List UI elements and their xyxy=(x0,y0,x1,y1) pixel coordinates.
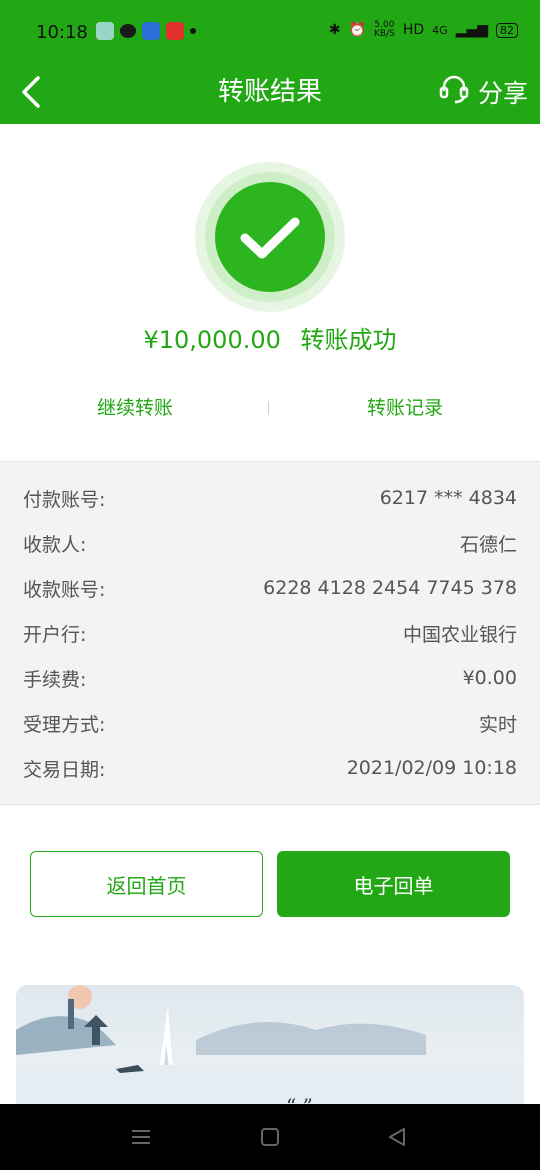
success-badge xyxy=(195,162,345,312)
app-notification-icon xyxy=(96,22,114,40)
detail-label: 交易日期: xyxy=(23,758,106,781)
bluetooth-icon: ✱ xyxy=(328,22,341,38)
divider xyxy=(268,401,269,415)
detail-label: 受理方式: xyxy=(23,713,106,736)
result-summary: ¥10,000.00 转账成功 xyxy=(0,320,540,355)
result-actions: 继续转账 转账记录 xyxy=(0,392,540,424)
detail-value: 6228 4128 2454 7745 378 xyxy=(263,577,517,599)
share-button[interactable]: 分享 xyxy=(478,74,528,110)
detail-label: 手续费: xyxy=(23,668,87,691)
detail-value: ¥0.00 xyxy=(462,667,517,689)
detail-label: 收款账号: xyxy=(23,578,106,601)
transfer-amount: ¥10,000.00 xyxy=(143,326,281,354)
detail-row-date: 交易日期: 2021/02/09 10:18 xyxy=(23,753,517,783)
success-badge-core xyxy=(215,182,325,292)
app-notification-icon xyxy=(166,22,184,40)
status-time: 10:18 xyxy=(36,22,88,43)
net-speed: 5.00 KB/S xyxy=(374,20,395,39)
detail-value: 石德仁 xyxy=(459,533,517,556)
detail-value: 中国农业银行 xyxy=(402,623,517,646)
share-group: 分享 xyxy=(438,72,528,112)
status-bar: 10:18 ✱ ⏰ 5.00 KB/S HD 4G ▂▄▆ 82 xyxy=(0,0,540,62)
more-dot-icon xyxy=(190,28,196,34)
detail-row-fee: 手续费: ¥0.00 xyxy=(23,663,517,693)
detail-row-bank: 开户行: 中国农业银行 xyxy=(23,618,517,648)
detail-label: 付款账号: xyxy=(23,488,106,511)
success-badge-ring xyxy=(205,172,335,302)
alarm-icon: ⏰ xyxy=(348,22,367,38)
signal-icon: ▂▄▆ xyxy=(455,22,488,38)
menu-icon[interactable] xyxy=(130,1126,152,1148)
detail-row-processing-mode: 受理方式: 实时 xyxy=(23,708,517,738)
system-navigation-bar xyxy=(0,1104,540,1170)
detail-value: 实时 xyxy=(478,713,517,736)
detail-row-payer-account: 付款账号: 6217 *** 4834 xyxy=(23,483,517,513)
return-home-button[interactable]: 返回首页 xyxy=(30,851,263,917)
wechat-icon xyxy=(120,24,136,38)
nav-bar: 转账结果 分享 xyxy=(0,62,540,124)
detail-value: 2021/02/09 10:18 xyxy=(346,757,517,779)
detail-value: 6217 *** 4834 xyxy=(379,487,517,509)
network-label: 4G xyxy=(432,23,448,37)
e-receipt-button[interactable]: 电子回单 xyxy=(277,851,510,917)
checkmark-icon xyxy=(240,217,300,259)
transfer-status: 转账成功 xyxy=(300,326,397,354)
continue-transfer-link[interactable]: 继续转账 xyxy=(35,392,235,424)
back-triangle-icon[interactable] xyxy=(386,1126,408,1148)
detail-row-payee-account: 收款账号: 6228 4128 2454 7745 378 xyxy=(23,573,517,603)
detail-label: 收款人: xyxy=(23,533,87,556)
transfer-details: 付款账号: 6217 *** 4834 收款人: 石德仁 收款账号: 6228 … xyxy=(0,461,540,805)
hd-label: HD xyxy=(402,22,425,38)
customer-service-button[interactable] xyxy=(438,73,470,111)
detail-row-payee: 收款人: 石德仁 xyxy=(23,528,517,558)
success-panel: ¥10,000.00 转账成功 继续转账 转账记录 xyxy=(0,124,540,461)
status-app-icons xyxy=(96,22,196,40)
status-indicators: ✱ ⏰ 5.00 KB/S HD 4G ▂▄▆ 82 xyxy=(329,21,518,39)
home-square-icon[interactable] xyxy=(259,1126,281,1148)
battery-level: 82 xyxy=(496,22,518,38)
detail-label: 开户行: xyxy=(23,623,87,646)
app-notification-icon xyxy=(142,22,160,40)
headset-icon xyxy=(439,75,469,104)
transfer-records-link[interactable]: 转账记录 xyxy=(305,392,505,424)
